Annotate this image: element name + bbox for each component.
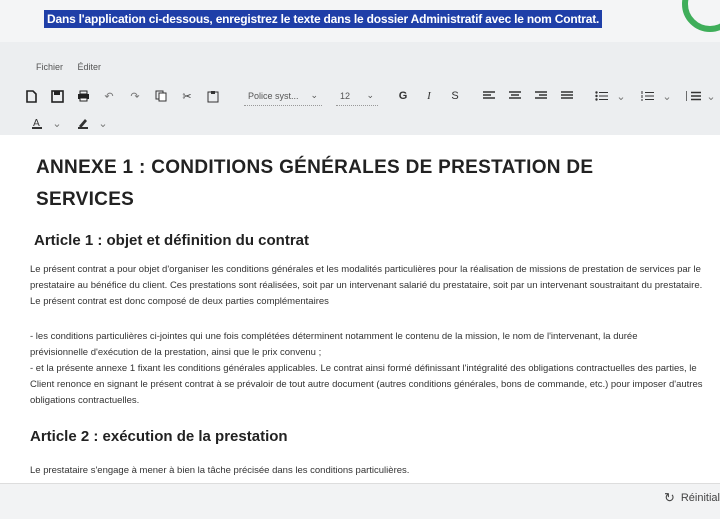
reset-button[interactable]: ↻ Réinitial [664, 490, 720, 506]
chevron-down-icon: ⌄ [310, 90, 318, 100]
chevron-down-icon[interactable]: ⌄ [702, 87, 720, 105]
task-instruction: Dans l'application ci-dessous, enregistr… [44, 10, 603, 28]
align-center-icon[interactable] [506, 87, 524, 105]
paste-icon[interactable] [204, 87, 222, 105]
menu-edit[interactable]: Éditer [78, 62, 102, 72]
strikethrough-button[interactable]: S [446, 87, 464, 105]
bullet-list-icon[interactable] [592, 87, 610, 105]
reset-label: Réinitial [680, 492, 720, 504]
article1-paragraph-1: Le présent contrat a pour objet d'organi… [30, 264, 703, 307]
font-size-select[interactable]: 12 ⌄ [336, 87, 378, 106]
article2-heading: Article 2 : exécution de la prestation [30, 428, 288, 445]
align-left-icon[interactable] [480, 87, 498, 105]
article1-paragraph-3: - et la présente annexe 1 fixant les con… [30, 363, 703, 406]
editor-toolbar: ↶ ↷ ✂ Police syst... ⌄ 12 ⌄ G I S ⌄ ⌄ ⌄ [22, 85, 720, 107]
color-toolbar: A ⌄ ⌄ [28, 114, 120, 132]
undo-icon[interactable]: ↶ [100, 87, 118, 105]
align-right-icon[interactable] [532, 87, 550, 105]
save-icon[interactable] [48, 87, 66, 105]
document-editor[interactable]: ANNEXE 1 : CONDITIONS GÉNÉRALES DE PREST… [0, 135, 720, 483]
copy-icon[interactable] [152, 87, 170, 105]
menu-file[interactable]: Fichier [36, 62, 63, 72]
article1-heading: Article 1 : objet et définition du contr… [34, 232, 310, 249]
bold-button[interactable]: G [394, 87, 412, 105]
article1-paragraph-2: - les conditions particulières ci-jointe… [30, 331, 638, 358]
article2-paragraph-1: Le prestataire s'engage à mener à bien l… [30, 465, 410, 476]
font-family-select[interactable]: Police syst... ⌄ [244, 87, 322, 106]
cut-icon[interactable]: ✂ [178, 87, 196, 105]
chevron-down-icon: ⌄ [366, 90, 374, 100]
highlight-color-icon[interactable] [74, 114, 92, 132]
app-logo-icon [682, 0, 720, 32]
list-style-icon[interactable] [684, 87, 702, 105]
justify-icon[interactable] [558, 87, 576, 105]
font-size-value: 12 [340, 90, 351, 101]
footer-bar: ↻ Réinitial [0, 483, 720, 519]
new-document-icon[interactable] [22, 87, 40, 105]
document-title: ANNEXE 1 : CONDITIONS GÉNÉRALES DE PREST… [36, 157, 594, 210]
chevron-down-icon[interactable]: ⌄ [612, 87, 630, 105]
italic-button[interactable]: I [420, 87, 438, 105]
chevron-down-icon[interactable]: ⌄ [48, 114, 66, 132]
chevron-down-icon[interactable]: ⌄ [94, 114, 112, 132]
menu-bar: Fichier Éditer [36, 62, 113, 72]
chevron-down-icon[interactable]: ⌄ [658, 87, 676, 105]
redo-icon[interactable]: ↷ [126, 87, 144, 105]
numbered-list-icon[interactable] [638, 87, 656, 105]
font-family-value: Police syst... [248, 90, 299, 101]
print-icon[interactable] [74, 87, 92, 105]
refresh-icon: ↻ [663, 490, 675, 505]
top-bar: Dans l'application ci-dessous, enregistr… [0, 0, 720, 42]
text-color-icon[interactable]: A [28, 114, 46, 132]
